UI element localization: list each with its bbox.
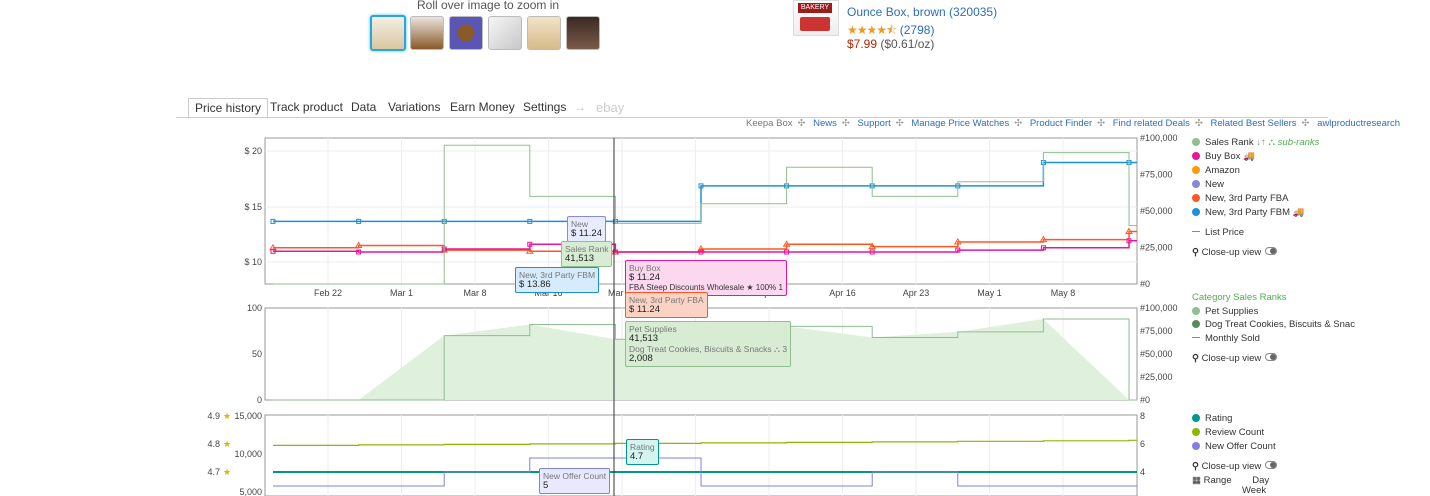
y-right-tick-label: #50,000	[1140, 206, 1173, 216]
search-icon: ⚲	[1192, 461, 1199, 472]
toggle-icon[interactable]	[1265, 353, 1278, 361]
y-tick-label: 100	[247, 303, 262, 313]
toggle-icon[interactable]	[1265, 247, 1278, 255]
search-icon: ⚲	[1192, 247, 1199, 258]
legend-item-new[interactable]: New	[1192, 179, 1319, 193]
closeup-toggle[interactable]: ⚲ Close-up view	[1192, 461, 1278, 475]
tooltip-new: New $ 11.24	[567, 216, 606, 242]
closeup-toggle[interactable]: ⚲ Close-up view	[1192, 353, 1355, 367]
legend-item-offer-count[interactable]: New Offer Count	[1192, 441, 1277, 455]
y-right-tick-label: 6	[1140, 439, 1145, 449]
y-right-tick-label: #0	[1140, 279, 1150, 289]
x-tick-label: Mar 1	[390, 288, 413, 298]
closeup-toggle[interactable]: ⚲ Close-up view	[1192, 247, 1319, 261]
legend-price: Sales Rank ↓↑ ⛬ sub-ranks Buy Box 🚚 Amaz…	[1192, 137, 1319, 261]
x-tick-label: Mar 8	[463, 288, 486, 298]
rating-dot-icon	[1192, 414, 1200, 422]
monthly-sold-line-icon	[1192, 337, 1200, 338]
legend-item-sales-rank[interactable]: Sales Rank ↓↑ ⛬ sub-ranks	[1192, 137, 1319, 151]
y-right-tick-label: 8	[1140, 411, 1145, 421]
legend-item-buy-box[interactable]: Buy Box 🚚	[1192, 151, 1319, 165]
x-tick-label: Feb 22	[314, 288, 342, 298]
y-right-tick-label: #25,000	[1140, 243, 1173, 253]
star-icon: ★	[223, 439, 231, 449]
y-tick-label: 5,000	[239, 487, 262, 496]
legend-item-fbm[interactable]: New, 3rd Party FBM 🚚	[1192, 207, 1319, 221]
fbm-dot-icon	[1192, 208, 1200, 216]
legend-rating: Rating Review Count New Offer Count ⚲ Cl…	[1192, 413, 1278, 496]
y-tick-label: 4.9	[207, 411, 220, 421]
legend-item-pet-supplies[interactable]: Pet Supplies	[1192, 306, 1355, 319]
legend-category-title: Category Sales Ranks	[1192, 292, 1287, 303]
y-tick-label: 4.8	[207, 439, 220, 449]
dog-treats-dot-icon	[1192, 320, 1200, 328]
range-week-option[interactable]: Week	[1242, 485, 1277, 496]
star-icon: ★	[223, 411, 231, 421]
legend-item-fba[interactable]: New, 3rd Party FBA	[1192, 193, 1319, 207]
y-right-tick-label: #75,000	[1140, 170, 1173, 180]
hierarchy-icon: ⛬	[1268, 137, 1276, 148]
review-count-dot-icon	[1192, 428, 1200, 436]
legend-item-amazon[interactable]: Amazon	[1192, 165, 1319, 179]
x-tick-label: May 8	[1051, 288, 1076, 298]
y-tick-label: $ 20	[244, 146, 262, 156]
tooltip-sales-rank: Sales Rank 41,513	[561, 241, 613, 267]
y-tick-label: 4.7	[207, 467, 220, 477]
y-tick-label: $ 15	[244, 202, 262, 212]
fbm-line	[273, 161, 1137, 223]
legend-item-dog-treats[interactable]: Dog Treat Cookies, Biscuits & Snac	[1192, 319, 1355, 333]
amazon-dot-icon	[1192, 166, 1200, 174]
y-tick-label: $ 10	[244, 257, 262, 267]
legend-item-monthly-sold[interactable]: Monthly Sold	[1192, 333, 1355, 347]
tooltip-rating: Rating 4.7	[626, 439, 659, 465]
sort-icon[interactable]: ↓↑	[1256, 137, 1268, 148]
y-right-tick-label: #25,000	[1140, 372, 1173, 382]
fba-dot-icon	[1192, 194, 1200, 202]
y-right-tick-label: #100,000	[1140, 133, 1178, 143]
tooltip-fbm: New, 3rd Party FBM $ 13.86	[515, 267, 600, 293]
x-tick-label: May 1	[977, 288, 1002, 298]
search-icon: ⚲	[1192, 353, 1199, 364]
truck-icon: 🚚	[1292, 207, 1305, 218]
y-right-tick-label: 4	[1140, 467, 1145, 477]
legend-category: Category Sales Ranks Pet Supplies Dog Tr…	[1192, 292, 1355, 367]
list-price-line-icon	[1192, 231, 1200, 232]
legend-item-review-count[interactable]: Review Count	[1192, 427, 1277, 441]
y-tick-label: 50	[252, 349, 262, 359]
y-tick-label: 0	[257, 395, 262, 405]
calendar-icon: ▦	[1192, 475, 1201, 486]
tooltip-offer-count: New Offer Count 5	[539, 468, 611, 494]
tooltip-buy-box: Buy Box $ 11.24 FBA Steep Discounts Whole…	[625, 260, 787, 296]
tooltip-fba: New, 3rd Party FBA $ 11.24	[625, 292, 708, 318]
buy-box-dot-icon	[1192, 152, 1200, 160]
offer-count-dot-icon	[1192, 442, 1200, 450]
y-tick-label: 15,000	[234, 411, 262, 421]
review-count-line	[273, 439, 1137, 446]
y-right-tick-label: #50,000	[1140, 349, 1173, 359]
pet-supplies-dot-icon	[1192, 307, 1200, 315]
legend-item-rating[interactable]: Rating	[1192, 413, 1277, 427]
y-right-tick-label: #100,000	[1140, 303, 1178, 313]
toggle-icon[interactable]	[1265, 461, 1278, 469]
x-tick-label: Apr 23	[903, 288, 930, 298]
fba-line	[273, 230, 1137, 253]
new-dot-icon	[1192, 180, 1200, 188]
star-icon: ★	[223, 467, 231, 477]
x-tick-label: Apr 16	[829, 288, 856, 298]
y-right-tick-label: #0	[1140, 395, 1150, 405]
sub-ranks-link[interactable]: sub-ranks	[1278, 137, 1320, 148]
tooltip-category-ranks: Pet Supplies 41,513 Dog Treat Cookies, Bi…	[625, 321, 792, 367]
legend-item-list-price[interactable]: List Price	[1192, 227, 1319, 241]
truck-icon: 🚚	[1243, 151, 1255, 162]
sales-rank-dot-icon	[1192, 138, 1200, 146]
y-right-tick-label: #75,000	[1140, 326, 1173, 336]
y-tick-label: 10,000	[234, 449, 262, 459]
